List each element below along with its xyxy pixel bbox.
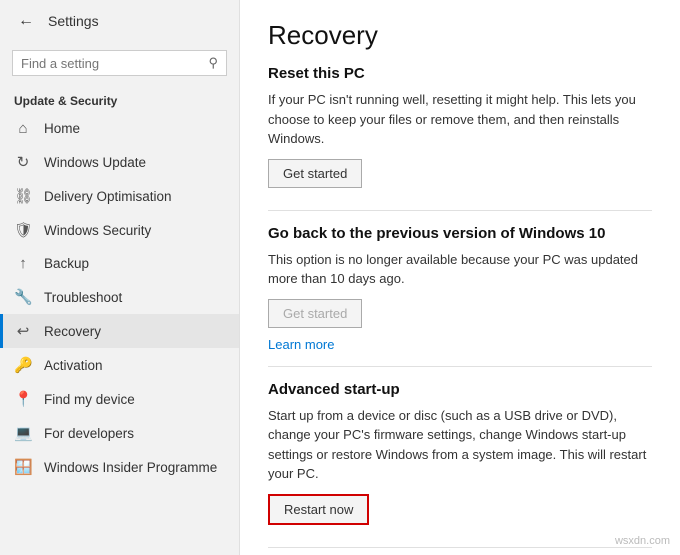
search-box[interactable]: ⚲ — [12, 50, 227, 76]
sidebar-item-label: Troubleshoot — [44, 290, 122, 305]
nav-list: ⌂ Home ↻ Windows Update ⛓ Delivery Optim… — [0, 112, 239, 484]
sidebar-item-windows-security[interactable]: 🛡 Windows Security — [0, 213, 239, 247]
sidebar-item-label: Find my device — [44, 392, 135, 407]
reset-get-started-button[interactable]: Get started — [268, 159, 362, 188]
advanced-description: Start up from a device or disc (such as … — [268, 406, 652, 484]
advanced-heading: Advanced start-up — [268, 381, 652, 398]
sidebar-item-troubleshoot[interactable]: 🔧 Troubleshoot — [0, 280, 239, 314]
reset-description: If your PC isn't running well, resetting… — [268, 90, 652, 149]
sidebar-item-label: Windows Insider Programme — [44, 460, 217, 475]
delivery-icon: ⛓ — [14, 187, 32, 205]
sidebar-item-windows-update[interactable]: ↻ Windows Update — [0, 145, 239, 179]
divider-2 — [268, 366, 652, 367]
developers-icon: 💻 — [14, 424, 32, 442]
divider-3 — [268, 547, 652, 548]
sidebar-item-recovery[interactable]: ↩ Recovery — [0, 314, 239, 348]
section-label: Update & Security — [0, 84, 239, 112]
activation-icon: 🔑 — [14, 356, 32, 374]
sidebar-item-find-my-device[interactable]: 📍 Find my device — [0, 382, 239, 416]
sidebar-item-label: Backup — [44, 256, 89, 271]
back-button[interactable]: ← — [12, 10, 40, 32]
sidebar-header: ← Settings — [0, 0, 239, 42]
sidebar-item-delivery-optimisation[interactable]: ⛓ Delivery Optimisation — [0, 179, 239, 213]
restart-now-button[interactable]: Restart now — [268, 494, 369, 525]
main-content: Recovery Reset this PC If your PC isn't … — [240, 0, 680, 555]
find-device-icon: 📍 — [14, 390, 32, 408]
page-title: Recovery — [268, 20, 652, 51]
home-icon: ⌂ — [14, 120, 32, 137]
reset-section: Reset this PC If your PC isn't running w… — [268, 65, 652, 196]
sidebar-item-label: Recovery — [44, 324, 101, 339]
go-back-heading: Go back to the previous version of Windo… — [268, 225, 652, 242]
sidebar-item-home[interactable]: ⌂ Home — [0, 112, 239, 145]
update-icon: ↻ — [14, 153, 32, 171]
insider-icon: 🪟 — [14, 458, 32, 476]
sidebar-item-label: Activation — [44, 358, 103, 373]
divider-1 — [268, 210, 652, 211]
shield-icon: 🛡 — [14, 221, 32, 239]
advanced-startup-section: Advanced start-up Start up from a device… — [268, 381, 652, 533]
go-back-description: This option is no longer available becau… — [268, 250, 652, 289]
sidebar: ← Settings ⚲ Update & Security ⌂ Home ↻ … — [0, 0, 240, 555]
sidebar-item-backup[interactable]: ↑ Backup — [0, 247, 239, 280]
sidebar-item-for-developers[interactable]: 💻 For developers — [0, 416, 239, 450]
go-back-learn-more-link[interactable]: Learn more — [268, 337, 334, 352]
go-back-get-started-button[interactable]: Get started — [268, 299, 362, 328]
sidebar-item-label: Windows Update — [44, 155, 146, 170]
sidebar-item-label: Delivery Optimisation — [44, 189, 172, 204]
sidebar-item-windows-insider[interactable]: 🪟 Windows Insider Programme — [0, 450, 239, 484]
sidebar-item-activation[interactable]: 🔑 Activation — [0, 348, 239, 382]
watermark: wsxdn.com — [615, 535, 670, 547]
sidebar-title: Settings — [48, 13, 99, 29]
sidebar-item-label: Windows Security — [44, 223, 151, 238]
sidebar-item-label: Home — [44, 121, 80, 136]
go-back-section: Go back to the previous version of Windo… — [268, 225, 652, 352]
troubleshoot-icon: 🔧 — [14, 288, 32, 306]
search-input[interactable] — [21, 56, 202, 71]
backup-icon: ↑ — [14, 255, 32, 272]
sidebar-item-label: For developers — [44, 426, 134, 441]
reset-heading: Reset this PC — [268, 65, 652, 82]
search-icon: ⚲ — [208, 55, 218, 71]
recovery-icon: ↩ — [14, 322, 32, 340]
